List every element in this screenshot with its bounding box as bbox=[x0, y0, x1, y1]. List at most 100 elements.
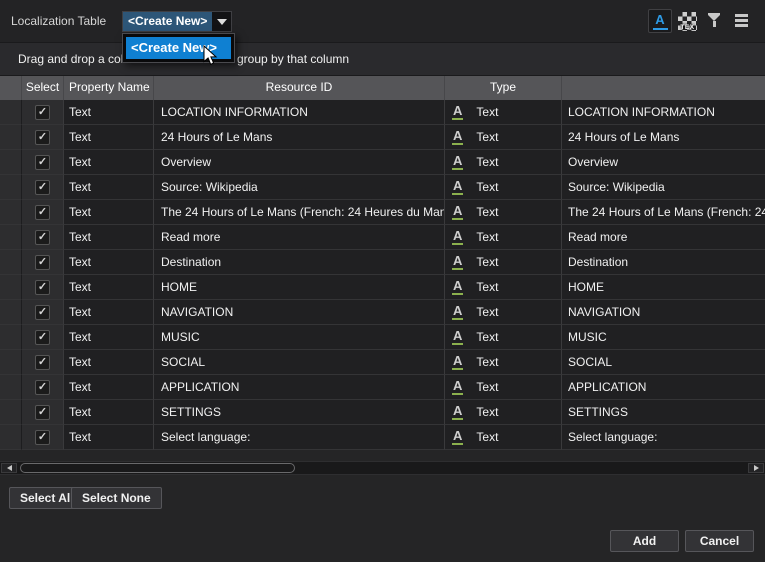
cancel-button[interactable]: Cancel bbox=[685, 530, 754, 552]
column-header-select[interactable]: Select bbox=[22, 76, 64, 100]
text-type-icon: A bbox=[452, 204, 463, 220]
row-checkbox[interactable]: ✓ bbox=[35, 280, 50, 295]
row-header-cell[interactable] bbox=[0, 100, 22, 125]
property-name-cell: Text bbox=[64, 275, 154, 300]
table-row: ✓ Text HOME A Text HOME bbox=[0, 275, 765, 300]
text-type-icon: A bbox=[452, 129, 463, 145]
row-header-cell[interactable] bbox=[0, 275, 22, 300]
type-label: Text bbox=[476, 200, 498, 224]
dialog-title: Localization Table bbox=[11, 0, 106, 42]
menu-button[interactable] bbox=[734, 13, 748, 28]
type-label: Text bbox=[476, 300, 498, 324]
resource-id-cell: Read more bbox=[154, 225, 445, 250]
value-cell: SETTINGS bbox=[562, 400, 765, 425]
resource-id-cell: MUSIC bbox=[154, 325, 445, 350]
add-button[interactable]: Add bbox=[610, 530, 679, 552]
resource-id-cell: 24 Hours of Le Mans bbox=[154, 125, 445, 150]
texture-mode-button[interactable]: TEX bbox=[678, 12, 697, 31]
row-checkbox[interactable]: ✓ bbox=[35, 105, 50, 120]
row-checkbox[interactable]: ✓ bbox=[35, 180, 50, 195]
row-checkbox[interactable]: ✓ bbox=[35, 380, 50, 395]
groupby-drop-area[interactable]: Drag and drop a col group by that column bbox=[0, 42, 765, 76]
scroll-left-button[interactable] bbox=[1, 463, 17, 473]
row-header-cell[interactable] bbox=[0, 400, 22, 425]
check-icon: ✓ bbox=[38, 307, 47, 318]
type-cell: A Text bbox=[445, 225, 562, 250]
value-cell: HOME bbox=[562, 275, 765, 300]
row-header-cell[interactable] bbox=[0, 300, 22, 325]
toolbar: Localization Table <Create New> A TEX bbox=[0, 0, 765, 42]
value-cell: Read more bbox=[562, 225, 765, 250]
font-mode-button[interactable]: A bbox=[648, 9, 672, 33]
localization-table-dialog: Localization Table <Create New> A TEX bbox=[0, 0, 765, 562]
column-header-type[interactable]: Type bbox=[445, 76, 562, 100]
select-none-button[interactable]: Select None bbox=[71, 487, 162, 509]
combobox-dropdown-button[interactable] bbox=[212, 12, 231, 31]
mouse-cursor bbox=[203, 45, 218, 67]
row-checkbox[interactable]: ✓ bbox=[35, 130, 50, 145]
check-icon: ✓ bbox=[38, 182, 47, 193]
row-checkbox[interactable]: ✓ bbox=[35, 405, 50, 420]
row-header-cell[interactable] bbox=[0, 175, 22, 200]
table-row: ✓ Text NAVIGATION A Text NAVIGATION bbox=[0, 300, 765, 325]
value-cell: Destination bbox=[562, 250, 765, 275]
row-checkbox[interactable]: ✓ bbox=[35, 355, 50, 370]
type-label: Text bbox=[476, 375, 498, 399]
property-name-cell: Text bbox=[64, 350, 154, 375]
row-checkbox[interactable]: ✓ bbox=[35, 205, 50, 220]
row-checkbox[interactable]: ✓ bbox=[35, 305, 50, 320]
horizontal-scrollbar[interactable] bbox=[0, 461, 765, 475]
font-a-icon: A bbox=[655, 13, 664, 26]
resource-id-cell: The 24 Hours of Le Mans (French: 24 Heur… bbox=[154, 200, 445, 225]
row-header-cell[interactable] bbox=[0, 250, 22, 275]
arrow-right-icon bbox=[754, 465, 759, 471]
column-header-value[interactable] bbox=[562, 76, 765, 100]
localization-grid: Select Property Name Resource ID Type ✓ … bbox=[0, 76, 765, 450]
row-header-cell[interactable] bbox=[0, 225, 22, 250]
property-name-cell: Text bbox=[64, 125, 154, 150]
table-row: ✓ Text Source: Wikipedia A Text Source: … bbox=[0, 175, 765, 200]
row-header-cell[interactable] bbox=[0, 350, 22, 375]
row-checkbox[interactable]: ✓ bbox=[35, 255, 50, 270]
column-header-rowselector bbox=[0, 76, 22, 100]
row-header-cell[interactable] bbox=[0, 200, 22, 225]
text-type-icon: A bbox=[452, 229, 463, 245]
table-selector-combobox[interactable]: <Create New> bbox=[122, 11, 232, 32]
scrollbar-thumb[interactable] bbox=[20, 463, 295, 473]
row-checkbox[interactable]: ✓ bbox=[35, 430, 50, 445]
row-header-cell[interactable] bbox=[0, 425, 22, 450]
row-header-cell[interactable] bbox=[0, 325, 22, 350]
type-label: Text bbox=[476, 275, 498, 299]
column-header-property-name[interactable]: Property Name bbox=[64, 76, 154, 100]
row-checkbox[interactable]: ✓ bbox=[35, 330, 50, 345]
row-checkbox[interactable]: ✓ bbox=[35, 155, 50, 170]
table-row: ✓ Text 24 Hours of Le Mans A Text 24 Hou… bbox=[0, 125, 765, 150]
row-header-cell[interactable] bbox=[0, 150, 22, 175]
value-cell: Source: Wikipedia bbox=[562, 175, 765, 200]
check-icon: ✓ bbox=[38, 257, 47, 268]
text-type-icon: A bbox=[452, 254, 463, 270]
check-icon: ✓ bbox=[38, 132, 47, 143]
text-type-icon: A bbox=[452, 429, 463, 445]
value-cell: NAVIGATION bbox=[562, 300, 765, 325]
row-header-cell[interactable] bbox=[0, 125, 22, 150]
type-cell: A Text bbox=[445, 300, 562, 325]
filter-button[interactable] bbox=[707, 13, 721, 27]
table-row: ✓ Text SETTINGS A Text SETTINGS bbox=[0, 400, 765, 425]
table-row: ✓ Text Select language: A Text Select la… bbox=[0, 425, 765, 450]
scroll-right-button[interactable] bbox=[748, 463, 764, 473]
row-header-cell[interactable] bbox=[0, 375, 22, 400]
text-type-icon: A bbox=[452, 104, 463, 120]
type-label: Text bbox=[476, 400, 498, 424]
table-row: ✓ Text SOCIAL A Text SOCIAL bbox=[0, 350, 765, 375]
text-type-icon: A bbox=[452, 379, 463, 395]
resource-id-cell: APPLICATION bbox=[154, 375, 445, 400]
type-cell: A Text bbox=[445, 200, 562, 225]
type-cell: A Text bbox=[445, 425, 562, 450]
property-name-cell: Text bbox=[64, 100, 154, 125]
column-header-resource-id[interactable]: Resource ID bbox=[154, 76, 445, 100]
text-type-icon: A bbox=[452, 179, 463, 195]
resource-id-cell: NAVIGATION bbox=[154, 300, 445, 325]
text-type-icon: A bbox=[452, 354, 463, 370]
row-checkbox[interactable]: ✓ bbox=[35, 230, 50, 245]
